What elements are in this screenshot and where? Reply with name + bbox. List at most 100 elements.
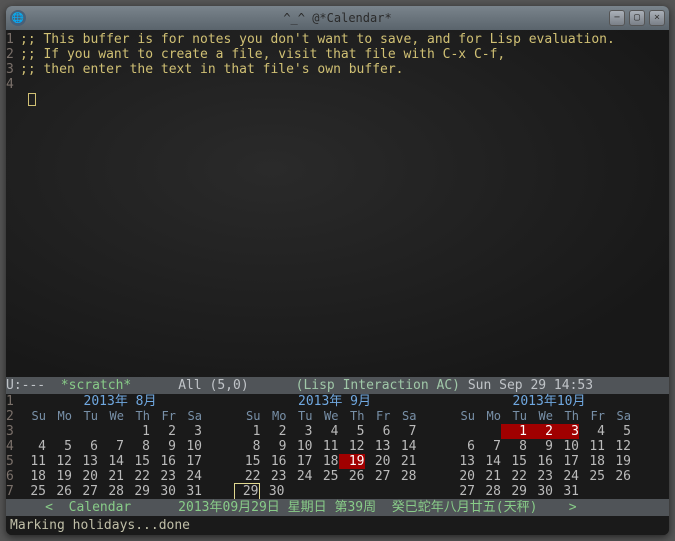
calendar-day[interactable]: 26 — [339, 469, 365, 484]
calendar-day[interactable]: 12 — [46, 454, 72, 469]
calendar-day[interactable]: 9 — [527, 439, 553, 454]
calendar-day[interactable]: 22 — [124, 469, 150, 484]
calendar-day[interactable]: 28 — [391, 469, 417, 484]
calendar-day[interactable]: 3 — [287, 424, 313, 439]
calendar-day[interactable]: 2 — [150, 424, 176, 439]
calendar-day[interactable]: 9 — [150, 439, 176, 454]
modeline-calendar[interactable]: < Calendar 2013年09月29日 星期日 第39周 癸巳蛇年八月廿五… — [6, 499, 669, 516]
scratch-buffer[interactable]: 1;; This buffer is for notes you don't w… — [6, 30, 669, 377]
calendar-day[interactable]: 4 — [579, 424, 605, 439]
calendar-day[interactable]: 4 — [313, 424, 339, 439]
calendar-day[interactable]: 19 — [46, 469, 72, 484]
calendar-day[interactable]: 23 — [261, 469, 287, 484]
calendar-day[interactable]: 25 — [313, 469, 339, 484]
calendar-day[interactable]: 8 — [235, 439, 261, 454]
calendar-day[interactable]: 17 — [287, 454, 313, 469]
calendar-day[interactable]: 14 — [391, 439, 417, 454]
calendar-day[interactable]: 6 — [365, 424, 391, 439]
calendar-day[interactable]: 29 — [234, 483, 260, 500]
window-titlebar[interactable]: 🌐 ^_^ @*Calendar* − ▢ × — [6, 6, 669, 30]
calendar-day[interactable]: 21 — [98, 469, 124, 484]
calendar-day[interactable]: 16 — [150, 454, 176, 469]
calendar-day[interactable]: 20 — [449, 469, 475, 484]
calendar-day[interactable]: 26 — [605, 469, 631, 484]
calendar-day[interactable]: 26 — [46, 484, 72, 499]
calendar-day[interactable]: 7 — [475, 439, 501, 454]
calendar-day[interactable]: 12 — [339, 439, 365, 454]
calendar-day[interactable]: 13 — [365, 439, 391, 454]
calendar-day[interactable]: 28 — [98, 484, 124, 499]
calendar-day[interactable]: 1 — [124, 424, 150, 439]
calendar-day[interactable]: 19 — [605, 454, 631, 469]
calendar-day[interactable]: 19 — [339, 454, 365, 469]
modeline-scratch[interactable]: U:--- *scratch* All (5,0) (Lisp Interact… — [6, 377, 669, 394]
calendar-day[interactable]: 11 — [20, 454, 46, 469]
calendar-day[interactable]: 27 — [72, 484, 98, 499]
calendar-day[interactable]: 20 — [365, 454, 391, 469]
calendar-day[interactable]: 15 — [124, 454, 150, 469]
calendar-day[interactable]: 3 — [553, 424, 579, 439]
calendar-day[interactable]: 11 — [579, 439, 605, 454]
calendar-day[interactable]: 25 — [579, 469, 605, 484]
calendar-day[interactable]: 24 — [287, 469, 313, 484]
calendar-day[interactable]: 15 — [235, 454, 261, 469]
calendar-day[interactable]: 10 — [553, 439, 579, 454]
calendar-day[interactable]: 21 — [391, 454, 417, 469]
calendar-day[interactable]: 20 — [72, 469, 98, 484]
calendar-day[interactable]: 10 — [287, 439, 313, 454]
calendar-day[interactable]: 11 — [313, 439, 339, 454]
calendar-day[interactable]: 30 — [527, 484, 553, 499]
calendar-day[interactable]: 5 — [46, 439, 72, 454]
calendar-day[interactable]: 12 — [605, 439, 631, 454]
calendar-day[interactable]: 7 — [391, 424, 417, 439]
calendar-day[interactable]: 14 — [98, 454, 124, 469]
calendar-day[interactable]: 13 — [449, 454, 475, 469]
calendar-day[interactable]: 5 — [339, 424, 365, 439]
calendar-day[interactable]: 30 — [259, 484, 285, 499]
calendar-day[interactable]: 18 — [579, 454, 605, 469]
calendar-day[interactable]: 9 — [261, 439, 287, 454]
calendar-day[interactable]: 8 — [501, 439, 527, 454]
calendar-day[interactable]: 6 — [72, 439, 98, 454]
calendar-day[interactable]: 22 — [235, 469, 261, 484]
calendar-day[interactable]: 23 — [527, 469, 553, 484]
calendar-day[interactable]: 28 — [475, 484, 501, 499]
calendar-day[interactable]: 18 — [313, 454, 339, 469]
calendar-day[interactable]: 1 — [235, 424, 261, 439]
calendar-day[interactable]: 24 — [553, 469, 579, 484]
calendar-day[interactable]: 25 — [20, 484, 46, 499]
calendar-day[interactable]: 15 — [501, 454, 527, 469]
calendar-day[interactable]: 16 — [261, 454, 287, 469]
calendar-buffer[interactable]: 12013年 8月2013年 9月2013年10月2SuMoTuWeThFrSa… — [6, 394, 669, 499]
calendar-day[interactable]: 6 — [449, 439, 475, 454]
calendar-day[interactable]: 13 — [72, 454, 98, 469]
calendar-day[interactable]: 23 — [150, 469, 176, 484]
calendar-day[interactable]: 16 — [527, 454, 553, 469]
calendar-day[interactable]: 10 — [176, 439, 202, 454]
calendar-day[interactable]: 22 — [501, 469, 527, 484]
calendar-day[interactable]: 3 — [176, 424, 202, 439]
minimize-button[interactable]: − — [609, 10, 625, 26]
close-button[interactable]: × — [649, 10, 665, 26]
calendar-day[interactable]: 18 — [20, 469, 46, 484]
calendar-day[interactable]: 5 — [605, 424, 631, 439]
calendar-day[interactable]: 29 — [124, 484, 150, 499]
calendar-day[interactable]: 4 — [20, 439, 46, 454]
calendar-day[interactable]: 30 — [150, 484, 176, 499]
maximize-button[interactable]: ▢ — [629, 10, 645, 26]
calendar-day[interactable]: 1 — [501, 424, 527, 439]
calendar-day[interactable]: 17 — [176, 454, 202, 469]
calendar-day[interactable]: 14 — [475, 454, 501, 469]
calendar-day[interactable]: 31 — [553, 484, 579, 499]
calendar-day[interactable]: 31 — [176, 484, 202, 499]
calendar-day[interactable]: 29 — [501, 484, 527, 499]
calendar-day[interactable]: 2 — [527, 424, 553, 439]
calendar-day[interactable]: 27 — [449, 484, 475, 499]
calendar-day[interactable]: 24 — [176, 469, 202, 484]
calendar-day[interactable]: 21 — [475, 469, 501, 484]
calendar-day[interactable]: 2 — [261, 424, 287, 439]
calendar-day[interactable]: 7 — [98, 439, 124, 454]
calendar-day[interactable]: 8 — [124, 439, 150, 454]
calendar-day[interactable]: 17 — [553, 454, 579, 469]
calendar-day[interactable]: 27 — [365, 469, 391, 484]
